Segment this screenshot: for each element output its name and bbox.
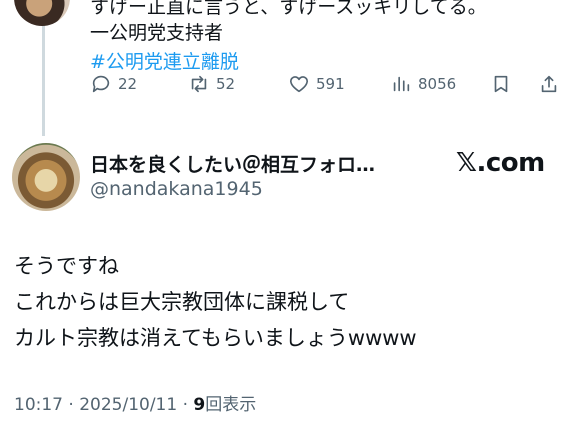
like-button[interactable]: 591	[288, 73, 345, 95]
tweet-line: これからは巨大宗教団体に課税して	[14, 290, 350, 314]
parent-tweet-signature: 一公明党支持者	[90, 22, 224, 44]
parent-tweet-text-line: すげー正直に言うと、すげースッキリしてる。	[90, 0, 487, 18]
heart-icon	[289, 76, 309, 93]
timestamp[interactable]: 10:17 · 2025/10/11 ·	[14, 395, 193, 415]
bookmark-button[interactable]	[490, 73, 512, 95]
share-icon	[541, 75, 557, 93]
reply-count: 22	[118, 75, 138, 93]
display-name[interactable]: 日本を良くしたい＠相互フォロ…	[90, 150, 375, 177]
tweet-metadata: 10:17 · 2025/10/11 · 9回表示	[14, 390, 256, 415]
user-handle[interactable]: @nandakana1945	[90, 178, 263, 200]
hashtag-link[interactable]: #公明党連立離脱	[90, 47, 239, 74]
retweet-button[interactable]: 52	[188, 73, 235, 95]
retweet-count: 52	[216, 75, 236, 93]
parent-avatar[interactable]	[14, 0, 70, 26]
share-button[interactable]	[538, 73, 560, 95]
thread-connector-line	[42, 20, 45, 136]
reply-avatar[interactable]	[12, 143, 80, 211]
reply-tweet-body: そうですね これからは巨大宗教団体に課税して カルト宗教は消えてもらいましょうw…	[14, 248, 417, 356]
bookmark-icon	[494, 75, 508, 93]
x-com-logo: 𝕏.com	[456, 148, 545, 178]
retweet-icon	[191, 75, 207, 93]
reply-icon	[92, 75, 110, 93]
tweet-line: そうですね	[14, 254, 119, 278]
tweet-line: カルト宗教は消えてもらいましょうwwww	[14, 326, 417, 350]
like-count: 591	[316, 75, 345, 93]
view-count: 8056	[418, 75, 457, 93]
views-button[interactable]: 8056	[390, 73, 456, 95]
reply-button[interactable]: 22	[90, 73, 137, 95]
view-count-number: 9	[193, 395, 206, 415]
bar-chart-icon	[393, 76, 410, 92]
view-count-label: 回表示	[205, 395, 257, 415]
